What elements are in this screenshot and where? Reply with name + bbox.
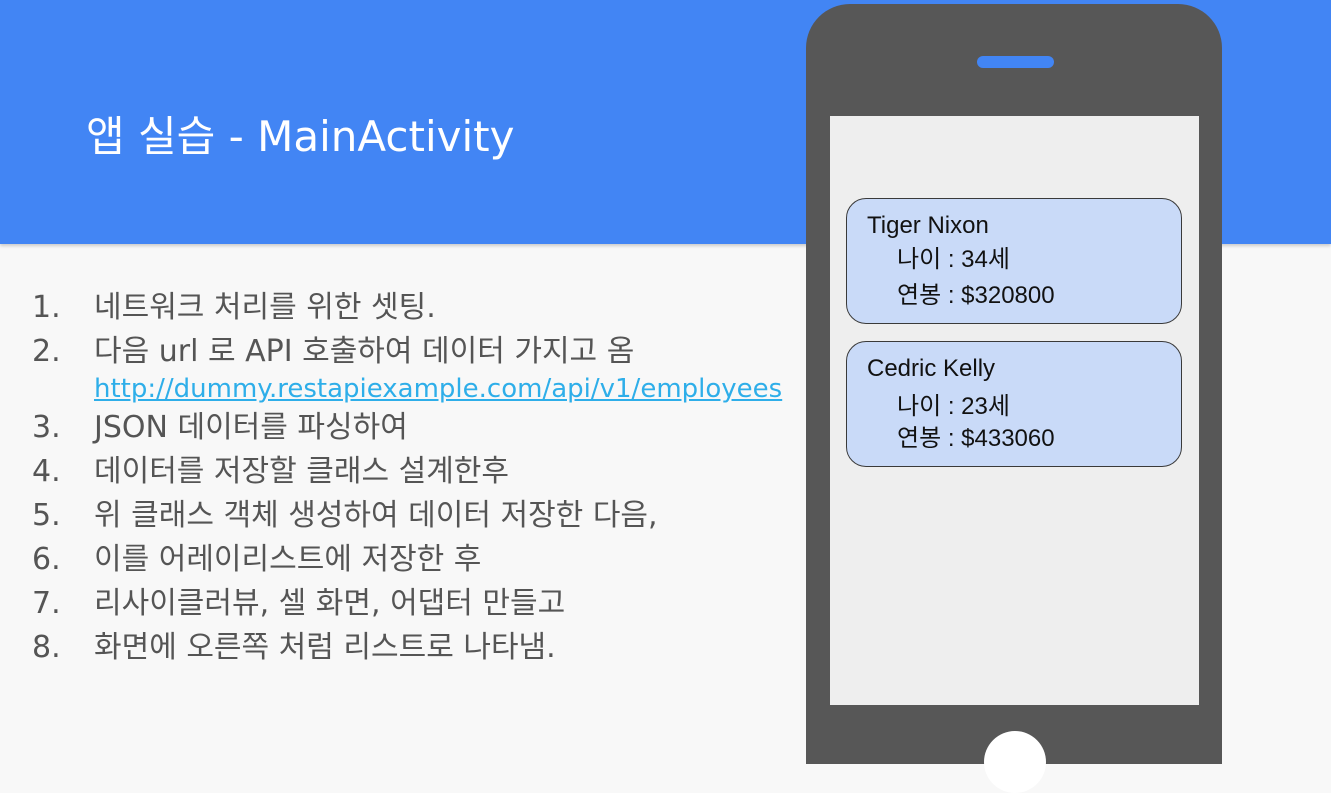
- step-number: 5.: [32, 498, 61, 533]
- step-number: 3.: [32, 410, 61, 445]
- api-url-link[interactable]: http://dummy.restapiexample.com/api/v1/e…: [94, 370, 782, 408]
- employee-salary: 연봉 : $433060: [897, 425, 1055, 452]
- list-item: 8. 화면에 오른쪽 처럼 리스트로 나타냄.: [32, 626, 782, 670]
- step-text: 다음 url 로 API 호출하여 데이터 가지고 옴: [94, 334, 635, 369]
- step-text: 화면에 오른쪽 처럼 리스트로 나타냄.: [94, 630, 556, 665]
- step-number: 2.: [32, 334, 61, 369]
- step-number: 8.: [32, 630, 61, 665]
- list-item: 3. JSON 데이터를 파싱하여: [32, 406, 782, 450]
- list-item: 2. 다음 url 로 API 호출하여 데이터 가지고 옴 http://dum…: [32, 330, 782, 408]
- step-number: 7.: [32, 586, 61, 621]
- slide-title: 앱 실습 - MainActivity: [86, 112, 515, 161]
- employee-card[interactable]: Tiger Nixon 나이 : 34세 연봉 : $320800: [846, 198, 1182, 324]
- step-text: 리사이클러뷰, 셀 화면, 어댑터 만들고: [94, 586, 566, 621]
- phone-mockup: Tiger Nixon 나이 : 34세 연봉 : $320800 Cedric…: [806, 4, 1222, 793]
- step-number: 4.: [32, 454, 61, 489]
- step-number: 6.: [32, 542, 61, 577]
- list-item: 5. 위 클래스 객체 생성하여 데이터 저장한 다음,: [32, 494, 782, 538]
- employee-age: 나이 : 34세: [897, 246, 1010, 273]
- step-text: 위 클래스 객체 생성하여 데이터 저장한 다음,: [94, 498, 658, 533]
- list-item: 6. 이를 어레이리스트에 저장한 후: [32, 538, 782, 582]
- phone-home-button[interactable]: [984, 731, 1046, 793]
- list-item: 1. 네트워크 처리를 위한 셋팅.: [32, 286, 782, 330]
- step-text: 네트워크 처리를 위한 셋팅.: [94, 290, 436, 325]
- step-number: 1.: [32, 290, 61, 325]
- phone-screen: Tiger Nixon 나이 : 34세 연봉 : $320800 Cedric…: [830, 116, 1199, 705]
- employee-card[interactable]: Cedric Kelly 나이 : 23세 연봉 : $433060: [846, 341, 1182, 467]
- employee-age: 나이 : 23세: [897, 393, 1010, 420]
- step-text: JSON 데이터를 파싱하여: [94, 410, 408, 445]
- employee-salary: 연봉 : $320800: [897, 282, 1055, 309]
- list-item: 7. 리사이클러뷰, 셀 화면, 어댑터 만들고: [32, 582, 782, 626]
- phone-speaker: [977, 56, 1054, 68]
- employee-name: Tiger Nixon: [867, 212, 989, 239]
- steps-list: 1. 네트워크 처리를 위한 셋팅. 2. 다음 url 로 API 호출하여 데이…: [32, 286, 782, 670]
- step-text: 데이터를 저장할 클래스 설계한후: [94, 454, 510, 489]
- employee-name: Cedric Kelly: [867, 355, 996, 382]
- step-text: 이를 어레이리스트에 저장한 후: [94, 542, 482, 577]
- list-item: 4. 데이터를 저장할 클래스 설계한후: [32, 450, 782, 494]
